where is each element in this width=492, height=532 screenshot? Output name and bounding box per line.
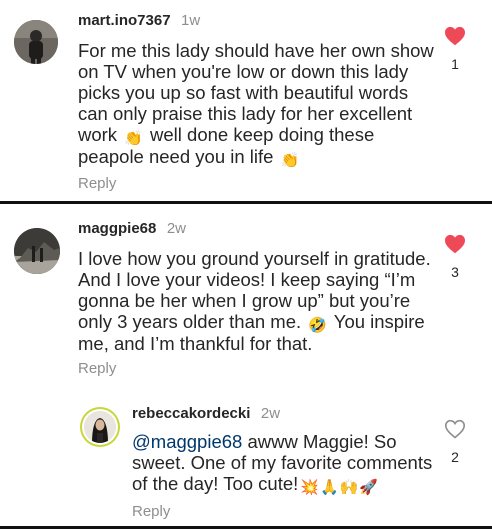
comment-line: only 3 years older than me. 🤣 You inspir… [78,311,431,333]
comment-line-text: awww Maggie! So [247,431,397,452]
comment-item: maggpie68 2w I love how you ground yours… [0,206,492,386]
comment-header: maggpie68 2w [78,220,186,238]
comment-line: work 👏 well done keep doing these [78,124,434,146]
comment-age: 1w [181,12,201,29]
like-count: 1 [451,56,459,72]
comment-line: gonna be her when I grow up” but you’re [78,290,411,311]
avatar-image [14,20,58,64]
comment-line-text: work [78,124,118,145]
username[interactable]: mart.ino7367 [78,12,171,29]
mention-link[interactable]: @maggpie68 [132,431,242,452]
comment-age: 2w [166,220,187,237]
comment-divider [0,526,492,529]
username[interactable]: maggpie68 [78,220,156,237]
clap-emoji: 👏 [124,130,143,147]
comment-line-text: You inspire [333,311,425,332]
reply-button[interactable]: Reply [78,360,116,377]
comment-line: of the day! Too cute! 💥🙏🙌🚀 [132,473,432,495]
reply-button[interactable]: Reply [132,503,170,520]
comment-line: And I love your videos! I keep saying “I… [78,269,416,290]
comment-line-text: only 3 years older than me. [78,311,302,332]
avatar[interactable] [14,228,60,274]
laughing-emoji: 🤣 [308,317,327,334]
comment-header: rebeccakordecki 2w [132,405,280,423]
emoji-group: 💥🙏🙌🚀 [300,479,379,496]
comment-age: 2w [260,405,281,422]
comment-line: I love how you ground yourself in gratit… [78,248,431,269]
heart-filled-icon[interactable] [443,26,467,46]
comment-line: on TV when you're low or down this lady [78,61,409,82]
reply-comment-item: rebeccakordecki 2w @maggpie68 awww Maggi… [0,395,492,525]
comment-line: For me this lady should have her own sho… [78,40,434,61]
like-count: 2 [451,449,459,465]
comment-text: @maggpie68 awww Maggie! So sweet. One of… [132,431,432,495]
heart-outline-icon[interactable] [443,419,467,439]
comment-line: @maggpie68 awww Maggie! So [132,431,432,452]
comment-line-text: peapole need you in life [78,146,274,167]
like-control: 1 [443,26,467,72]
comment-line: sweet. One of my favorite comments [132,452,433,473]
comment-line: me, and I’m thankful for that. [78,333,313,354]
comment-line: can only praise this lady for her excell… [78,103,413,124]
comment-line: peapole need you in life 👏 [78,146,434,168]
comment-line-text: well done keep doing these [150,124,375,145]
comment-divider [0,201,492,204]
like-control: 2 [443,419,467,465]
like-count: 3 [451,264,459,280]
username[interactable]: rebeccakordecki [132,405,250,422]
heart-filled-icon[interactable] [443,234,467,254]
clap-emoji: 👏 [280,152,300,169]
comment-line-text: of the day! Too cute! [132,473,299,494]
comment-text: For me this lady should have her own sho… [78,40,434,168]
avatar-image [84,411,116,443]
comment-text: I love how you ground yourself in gratit… [78,248,431,354]
reply-button[interactable]: Reply [78,175,116,192]
avatar[interactable] [80,407,120,447]
comment-line: picks you up so fast with beautiful word… [78,82,409,103]
avatar-ring-gap [82,409,118,445]
comment-header: mart.ino7367 1w [78,12,200,30]
avatar-image [14,228,60,274]
avatar[interactable] [14,20,58,64]
like-control: 3 [443,234,467,280]
comment-item: mart.ino7367 1w For me this lady should … [0,0,492,200]
